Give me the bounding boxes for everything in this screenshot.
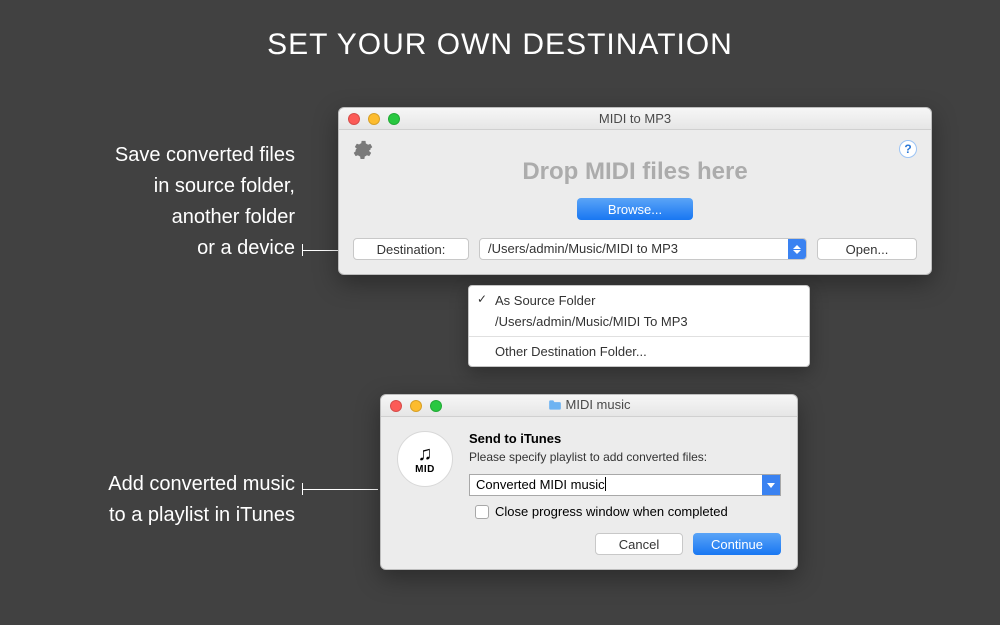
minimize-icon[interactable] [410, 400, 422, 412]
destination-menu: As Source Folder /Users/admin/Music/MIDI… [468, 285, 810, 367]
menu-item-as-source[interactable]: As Source Folder [469, 290, 809, 311]
chevron-down-icon[interactable] [762, 475, 780, 495]
callout-line [302, 489, 378, 490]
note-icon: ♫ [418, 444, 433, 464]
close-icon[interactable] [390, 400, 402, 412]
send-to-itunes-window: MIDI music ♫ MID Send to iTunes Please s… [380, 394, 798, 570]
destination-combo[interactable]: /Users/admin/Music/MIDI to MP3 [479, 238, 807, 260]
caption-line: Save converted files [115, 144, 295, 166]
titlebar[interactable]: MIDI to MP3 [339, 108, 931, 130]
window-title-text: MIDI music [566, 397, 631, 412]
text-cursor [605, 477, 606, 491]
dialog-heading: Send to iTunes [469, 431, 781, 446]
caption-line: Add converted music [108, 473, 295, 495]
close-icon[interactable] [348, 113, 360, 125]
playlist-combo[interactable]: Converted MIDI music [469, 474, 781, 496]
gear-icon[interactable] [353, 140, 373, 165]
playlist-value: Converted MIDI music [476, 477, 605, 492]
destination-value: /Users/admin/Music/MIDI to MP3 [480, 239, 788, 259]
browse-button[interactable]: Browse... [577, 198, 693, 220]
combo-stepper-icon[interactable] [788, 239, 806, 259]
minimize-icon[interactable] [368, 113, 380, 125]
menu-item-other-folder[interactable]: Other Destination Folder... [469, 341, 809, 362]
destination-button[interactable]: Destination: [353, 238, 469, 260]
mid-label: MID [415, 464, 435, 475]
menu-item-path[interactable]: /Users/admin/Music/MIDI To MP3 [469, 311, 809, 332]
zoom-icon[interactable] [388, 113, 400, 125]
zoom-icon[interactable] [430, 400, 442, 412]
cancel-button[interactable]: Cancel [595, 533, 683, 555]
titlebar[interactable]: MIDI music [381, 395, 797, 417]
caption-destination: Save converted files in source folder, a… [30, 140, 295, 264]
open-button[interactable]: Open... [817, 238, 917, 260]
continue-button[interactable]: Continue [693, 533, 781, 555]
midi-to-mp3-window: MIDI to MP3 ? Drop MIDI files here Brows… [338, 107, 932, 275]
close-progress-checkbox[interactable] [475, 505, 489, 519]
drop-zone-text: Drop MIDI files here [353, 158, 917, 186]
traffic-lights [381, 400, 442, 412]
checkbox-label: Close progress window when completed [495, 504, 728, 519]
caption-line: in source folder, [154, 175, 295, 197]
callout-tick [302, 244, 303, 256]
dialog-subheading: Please specify playlist to add converted… [469, 450, 781, 464]
caption-itunes: Add converted music to a playlist in iTu… [30, 469, 295, 531]
playlist-input[interactable]: Converted MIDI music [470, 475, 762, 495]
caption-line: or a device [197, 237, 295, 259]
help-icon[interactable]: ? [899, 140, 917, 158]
window-title: MIDI to MP3 [339, 111, 931, 126]
caption-line: another folder [172, 206, 295, 228]
callout-tick [302, 483, 303, 495]
menu-separator [469, 336, 809, 337]
traffic-lights [339, 113, 400, 125]
caption-line: to a playlist in iTunes [109, 504, 295, 526]
window-title: MIDI music [381, 397, 797, 414]
page-title: SET YOUR OWN DESTINATION [0, 0, 1000, 62]
callout-line [302, 250, 338, 251]
folder-icon [548, 399, 562, 414]
midi-file-icon: ♫ MID [397, 431, 453, 487]
